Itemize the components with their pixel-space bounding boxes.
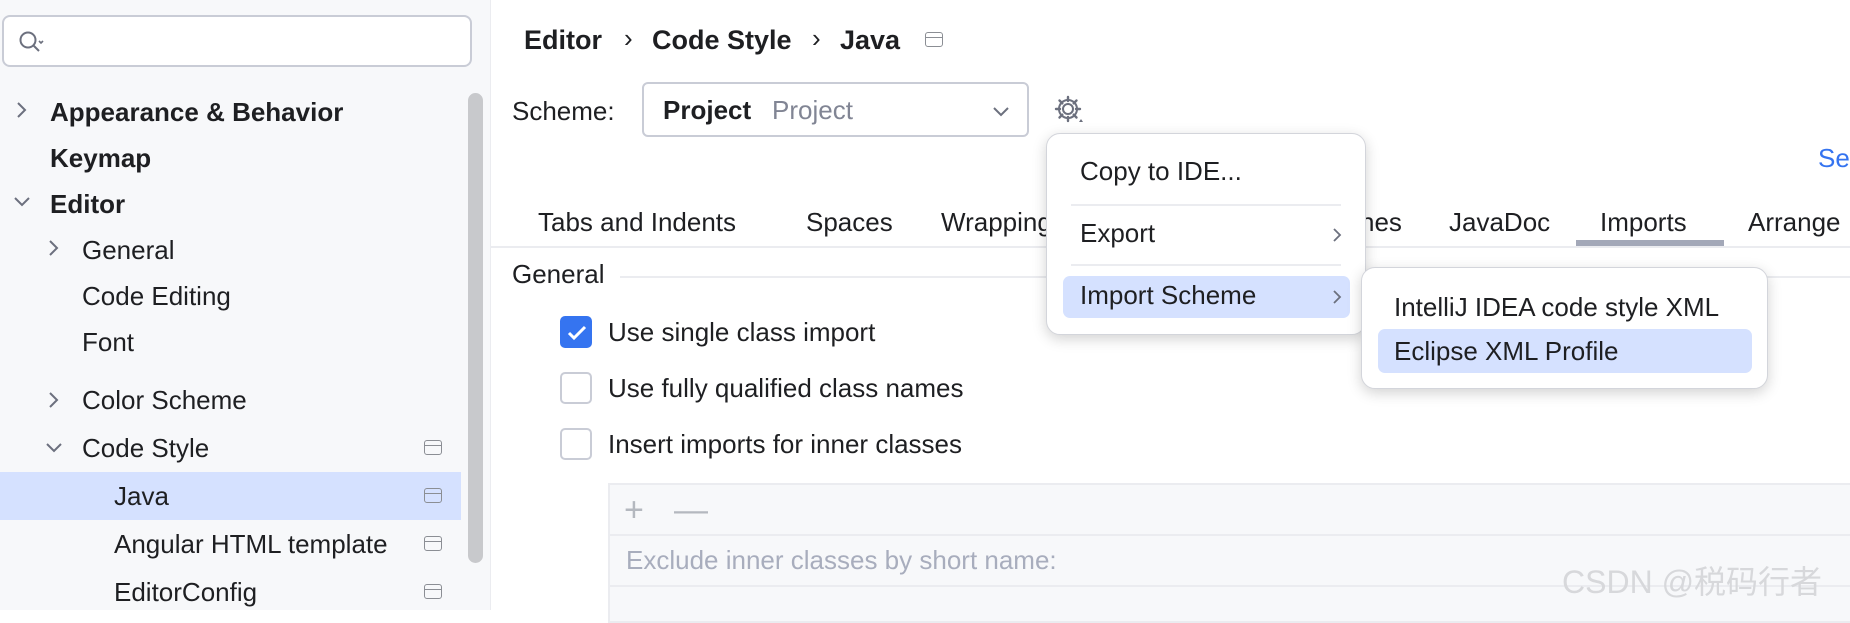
menu-separator bbox=[1071, 264, 1341, 266]
project-scheme-icon bbox=[424, 488, 442, 503]
table-toolbar-divider bbox=[610, 534, 1850, 536]
search-input[interactable] bbox=[56, 25, 460, 59]
menu-item-copy-to-ide[interactable]: Copy to IDE... bbox=[1080, 156, 1242, 187]
chevron-down-icon[interactable] bbox=[44, 438, 64, 458]
tab-wrapping[interactable]: Wrapping bbox=[941, 204, 1052, 240]
tab-blank-lines[interactable]: nes bbox=[1360, 204, 1402, 240]
scheme-type: Project bbox=[772, 95, 853, 125]
sidebar-item-font[interactable]: Font bbox=[82, 319, 134, 365]
sidebar-item-java[interactable]: Java bbox=[114, 473, 169, 519]
single-class-import-label[interactable]: Use single class import bbox=[608, 317, 875, 348]
chevron-right-icon[interactable] bbox=[44, 238, 64, 258]
selected-row-highlight bbox=[0, 472, 461, 520]
sidebar-item-editorconfig[interactable]: EditorConfig bbox=[114, 569, 257, 615]
sidebar-item-color-scheme[interactable]: Color Scheme bbox=[82, 377, 247, 423]
breadcrumb-java: Java bbox=[840, 25, 901, 55]
project-scheme-icon bbox=[424, 584, 442, 599]
scheme-label: Scheme: bbox=[512, 96, 615, 126]
inner-class-imports-checkbox[interactable] bbox=[560, 428, 592, 460]
chevron-right-icon[interactable] bbox=[44, 390, 64, 410]
breadcrumb-code-style[interactable]: Code Style bbox=[652, 22, 792, 58]
breadcrumb-separator: › bbox=[624, 23, 633, 53]
remove-icon[interactable]: — bbox=[674, 493, 708, 527]
sidebar-item-keymap[interactable]: Keymap bbox=[50, 135, 151, 181]
tab-imports[interactable]: Imports bbox=[1600, 204, 1687, 240]
sidebar-item-appearance[interactable]: Appearance & Behavior bbox=[50, 89, 343, 135]
gear-icon[interactable] bbox=[1053, 94, 1085, 126]
tab-arrangement[interactable]: Arrange bbox=[1748, 204, 1841, 240]
active-tab-indicator bbox=[1576, 240, 1724, 246]
breadcrumb-separator: › bbox=[812, 23, 821, 53]
project-scheme-icon bbox=[925, 32, 943, 47]
chevron-right-icon bbox=[1333, 228, 1342, 242]
scheme-dropdown[interactable]: Project Project bbox=[642, 82, 1029, 137]
watermark: CSDN @税码行者 bbox=[1562, 564, 1823, 600]
menu-item-eclipse-xml[interactable]: Eclipse XML Profile bbox=[1394, 336, 1618, 367]
menu-item-import-scheme[interactable]: Import Scheme bbox=[1080, 280, 1256, 311]
add-icon[interactable]: + bbox=[624, 493, 644, 527]
menu-item-export[interactable]: Export bbox=[1080, 218, 1155, 249]
chevron-down-icon bbox=[993, 107, 1009, 117]
general-group-title: General bbox=[512, 259, 605, 289]
chevron-down-icon[interactable] bbox=[12, 192, 32, 212]
chevron-right-icon bbox=[1333, 290, 1342, 304]
project-scheme-icon bbox=[424, 536, 442, 551]
set-from-link[interactable]: Se bbox=[1818, 143, 1850, 174]
import-scheme-submenu: IntelliJ IDEA code style XML Eclipse XML… bbox=[1361, 267, 1768, 389]
fully-qualified-names-label[interactable]: Use fully qualified class names bbox=[608, 373, 964, 404]
scheme-value: Project bbox=[663, 95, 752, 125]
gear-popup-menu: Copy to IDE... Export Import Scheme bbox=[1046, 133, 1366, 335]
tab-spaces[interactable]: Spaces bbox=[806, 204, 893, 240]
settings-sidebar: Appearance & Behavior Keymap Editor Gene… bbox=[0, 0, 491, 610]
breadcrumb-editor[interactable]: Editor bbox=[524, 22, 602, 58]
search-icon bbox=[19, 31, 44, 52]
sidebar-scrollbar[interactable] bbox=[468, 93, 483, 563]
sidebar-item-code-style[interactable]: Code Style bbox=[82, 425, 209, 471]
tab-javadoc[interactable]: JavaDoc bbox=[1449, 204, 1550, 240]
chevron-right-icon[interactable] bbox=[12, 100, 32, 120]
sidebar-item-angular-html[interactable]: Angular HTML template bbox=[114, 521, 388, 567]
search-field[interactable] bbox=[2, 15, 472, 67]
menu-separator bbox=[1071, 204, 1341, 206]
sidebar-item-editor[interactable]: Editor bbox=[50, 181, 125, 227]
fully-qualified-names-checkbox[interactable] bbox=[560, 372, 592, 404]
single-class-import-checkbox[interactable] bbox=[560, 316, 592, 348]
menu-item-intellij-xml[interactable]: IntelliJ IDEA code style XML bbox=[1394, 292, 1719, 323]
tab-tabs-and-indents[interactable]: Tabs and Indents bbox=[538, 204, 736, 240]
sidebar-item-code-editing[interactable]: Code Editing bbox=[82, 273, 231, 319]
checkmark-icon bbox=[567, 325, 587, 341]
exclude-placeholder: Exclude inner classes by short name: bbox=[626, 545, 1057, 575]
inner-class-imports-label[interactable]: Insert imports for inner classes bbox=[608, 429, 962, 460]
project-scheme-icon bbox=[424, 440, 442, 455]
sidebar-item-general[interactable]: General bbox=[82, 227, 175, 273]
